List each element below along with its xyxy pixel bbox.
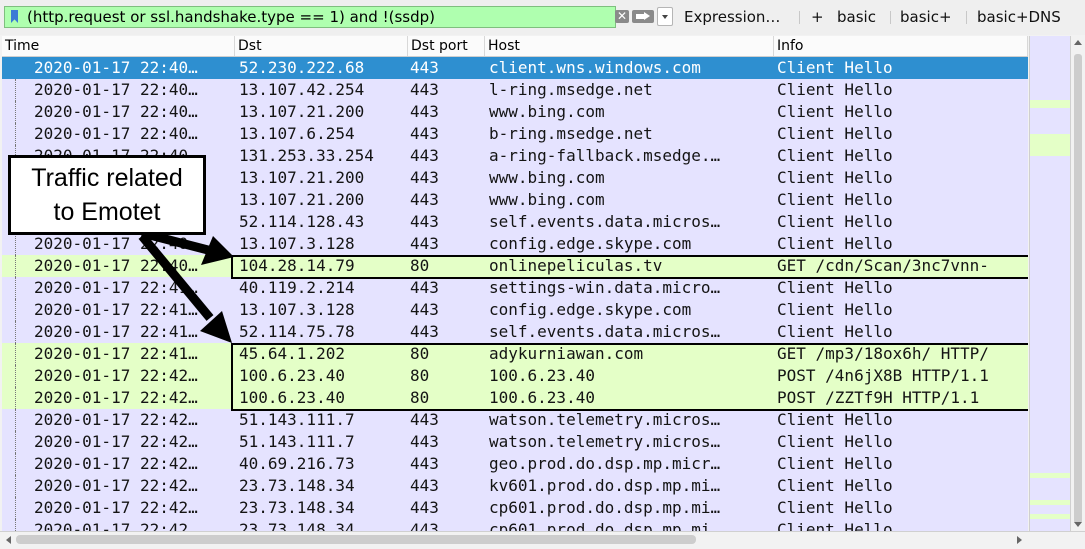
minimap-marker	[1030, 500, 1071, 505]
horizontal-scroll-thumb[interactable]	[16, 535, 696, 544]
emotet-callout: Traffic related to Emotet	[8, 155, 206, 235]
callout-text: Traffic related	[31, 164, 183, 192]
minimap-marker	[1030, 134, 1071, 156]
packet-minimap[interactable]	[1029, 36, 1071, 531]
callout-text: to Emotet	[53, 198, 161, 226]
minimap-marker	[1030, 473, 1071, 478]
minimap-marker	[1030, 514, 1071, 519]
minimap-marker	[1030, 100, 1071, 108]
scroll-down-icon[interactable]	[1074, 522, 1082, 527]
scroll-left-icon[interactable]	[6, 536, 11, 544]
vertical-scrollbar[interactable]	[1070, 36, 1085, 531]
vertical-scroll-thumb[interactable]	[1074, 54, 1082, 524]
annotation-arrows	[138, 228, 234, 343]
scroll-right-icon[interactable]	[1017, 536, 1022, 544]
scroll-up-icon[interactable]	[1074, 40, 1082, 45]
horizontal-scrollbar[interactable]	[0, 531, 1085, 549]
